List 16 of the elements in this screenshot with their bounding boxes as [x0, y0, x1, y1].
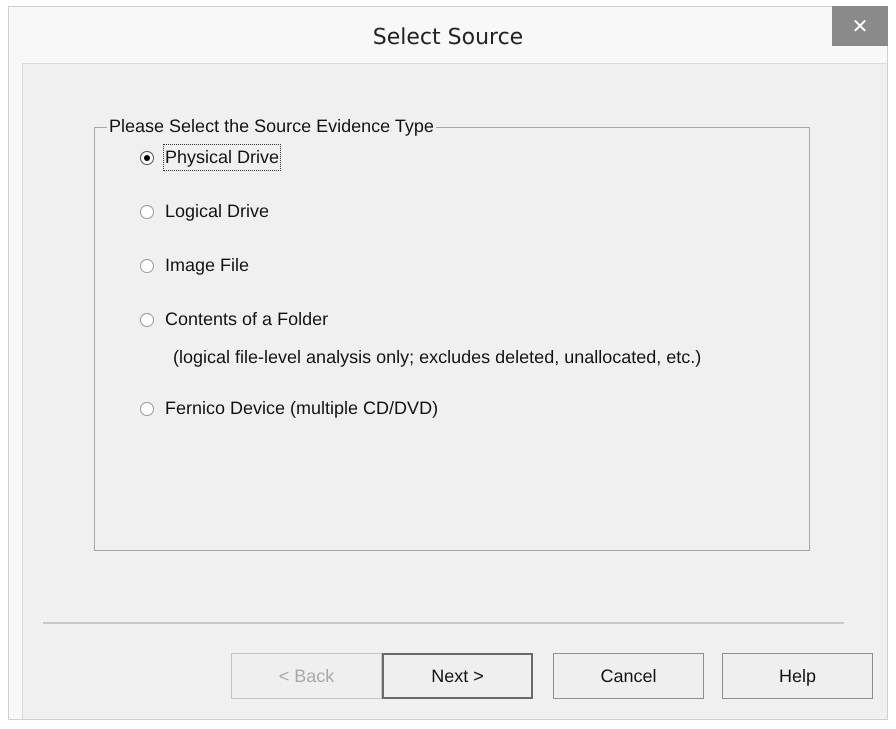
- option-label[interactable]: Logical Drive: [163, 198, 272, 225]
- option-label[interactable]: Fernico Device (multiple CD/DVD): [163, 395, 440, 422]
- option-label[interactable]: Contents of a Folder: [163, 306, 330, 333]
- dialog-button[interactable]: Next >: [382, 653, 533, 699]
- dialog-button[interactable]: Help: [722, 653, 873, 699]
- radio-button[interactable]: [140, 204, 154, 218]
- radio-button[interactable]: [140, 402, 154, 416]
- window-title: Select Source: [372, 24, 524, 50]
- dialog-button[interactable]: Cancel: [553, 653, 704, 699]
- radio-button[interactable]: [140, 150, 154, 164]
- option-label[interactable]: Physical Drive: [163, 144, 282, 171]
- option-note: (logical file-level analysis only; excludes deleted, unallocated, etc.): [173, 347, 702, 368]
- group-legend: Please Select the Source Evidence Type: [107, 116, 436, 137]
- radio-button[interactable]: [140, 258, 154, 272]
- option-label[interactable]: Image File: [163, 252, 252, 279]
- radio-button[interactable]: [140, 312, 154, 326]
